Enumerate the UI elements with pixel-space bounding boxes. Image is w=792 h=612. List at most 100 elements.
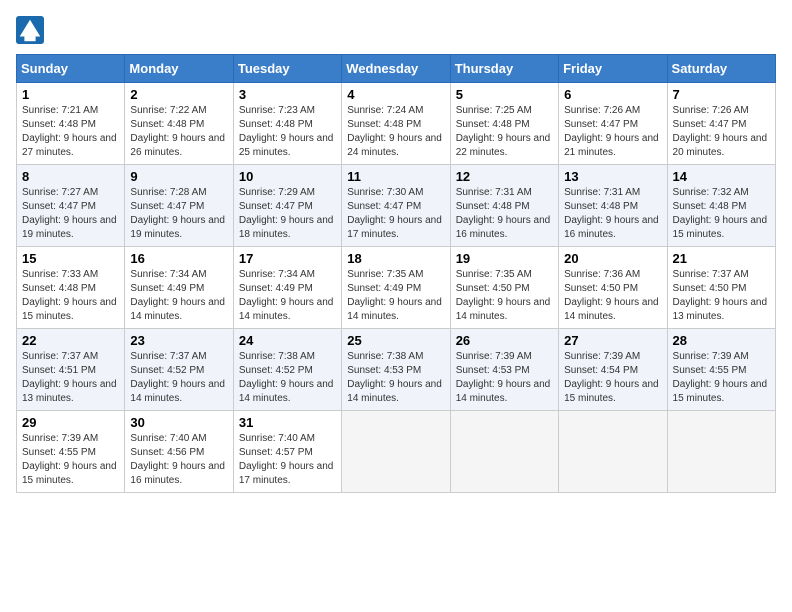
day-info: Sunrise: 7:35 AM Sunset: 4:50 PM Dayligh… bbox=[456, 268, 553, 324]
day-number: 10 bbox=[239, 169, 336, 184]
calendar-cell: 18 Sunrise: 7:35 AM Sunset: 4:49 PM Dayl… bbox=[342, 247, 450, 329]
day-number: 9 bbox=[130, 169, 227, 184]
day-info: Sunrise: 7:31 AM Sunset: 4:48 PM Dayligh… bbox=[456, 186, 553, 242]
day-number: 4 bbox=[347, 87, 444, 102]
day-number: 25 bbox=[347, 333, 444, 348]
day-info: Sunrise: 7:26 AM Sunset: 4:47 PM Dayligh… bbox=[564, 104, 661, 160]
day-number: 17 bbox=[239, 251, 336, 266]
day-info: Sunrise: 7:39 AM Sunset: 4:54 PM Dayligh… bbox=[564, 350, 661, 406]
calendar-cell: 15 Sunrise: 7:33 AM Sunset: 4:48 PM Dayl… bbox=[17, 247, 125, 329]
day-info: Sunrise: 7:28 AM Sunset: 4:47 PM Dayligh… bbox=[130, 186, 227, 242]
day-number: 23 bbox=[130, 333, 227, 348]
calendar-cell: 30 Sunrise: 7:40 AM Sunset: 4:56 PM Dayl… bbox=[125, 411, 233, 493]
day-info: Sunrise: 7:34 AM Sunset: 4:49 PM Dayligh… bbox=[239, 268, 336, 324]
header-sunday: Sunday bbox=[17, 55, 125, 83]
calendar-cell: 9 Sunrise: 7:28 AM Sunset: 4:47 PM Dayli… bbox=[125, 165, 233, 247]
calendar-cell: 25 Sunrise: 7:38 AM Sunset: 4:53 PM Dayl… bbox=[342, 329, 450, 411]
day-number: 13 bbox=[564, 169, 661, 184]
day-number: 2 bbox=[130, 87, 227, 102]
calendar-cell: 21 Sunrise: 7:37 AM Sunset: 4:50 PM Dayl… bbox=[667, 247, 775, 329]
day-info: Sunrise: 7:37 AM Sunset: 4:51 PM Dayligh… bbox=[22, 350, 119, 406]
calendar-cell: 8 Sunrise: 7:27 AM Sunset: 4:47 PM Dayli… bbox=[17, 165, 125, 247]
day-number: 5 bbox=[456, 87, 553, 102]
day-number: 22 bbox=[22, 333, 119, 348]
calendar-cell: 12 Sunrise: 7:31 AM Sunset: 4:48 PM Dayl… bbox=[450, 165, 558, 247]
day-number: 8 bbox=[22, 169, 119, 184]
day-info: Sunrise: 7:34 AM Sunset: 4:49 PM Dayligh… bbox=[130, 268, 227, 324]
day-number: 12 bbox=[456, 169, 553, 184]
day-info: Sunrise: 7:25 AM Sunset: 4:48 PM Dayligh… bbox=[456, 104, 553, 160]
day-info: Sunrise: 7:26 AM Sunset: 4:47 PM Dayligh… bbox=[673, 104, 770, 160]
calendar-cell: 28 Sunrise: 7:39 AM Sunset: 4:55 PM Dayl… bbox=[667, 329, 775, 411]
day-number: 30 bbox=[130, 415, 227, 430]
day-number: 20 bbox=[564, 251, 661, 266]
header-wednesday: Wednesday bbox=[342, 55, 450, 83]
day-number: 28 bbox=[673, 333, 770, 348]
day-number: 14 bbox=[673, 169, 770, 184]
calendar-cell bbox=[667, 411, 775, 493]
calendar-cell: 4 Sunrise: 7:24 AM Sunset: 4:48 PM Dayli… bbox=[342, 83, 450, 165]
calendar-cell: 7 Sunrise: 7:26 AM Sunset: 4:47 PM Dayli… bbox=[667, 83, 775, 165]
day-number: 19 bbox=[456, 251, 553, 266]
calendar-cell: 20 Sunrise: 7:36 AM Sunset: 4:50 PM Dayl… bbox=[559, 247, 667, 329]
calendar-cell bbox=[342, 411, 450, 493]
header-thursday: Thursday bbox=[450, 55, 558, 83]
day-info: Sunrise: 7:39 AM Sunset: 4:55 PM Dayligh… bbox=[22, 432, 119, 488]
calendar-cell: 31 Sunrise: 7:40 AM Sunset: 4:57 PM Dayl… bbox=[233, 411, 341, 493]
calendar-week-5: 29 Sunrise: 7:39 AM Sunset: 4:55 PM Dayl… bbox=[17, 411, 776, 493]
calendar-cell: 14 Sunrise: 7:32 AM Sunset: 4:48 PM Dayl… bbox=[667, 165, 775, 247]
calendar-cell: 29 Sunrise: 7:39 AM Sunset: 4:55 PM Dayl… bbox=[17, 411, 125, 493]
calendar-cell: 19 Sunrise: 7:35 AM Sunset: 4:50 PM Dayl… bbox=[450, 247, 558, 329]
calendar-cell: 24 Sunrise: 7:38 AM Sunset: 4:52 PM Dayl… bbox=[233, 329, 341, 411]
day-info: Sunrise: 7:23 AM Sunset: 4:48 PM Dayligh… bbox=[239, 104, 336, 160]
day-info: Sunrise: 7:33 AM Sunset: 4:48 PM Dayligh… bbox=[22, 268, 119, 324]
header-monday: Monday bbox=[125, 55, 233, 83]
calendar-week-2: 8 Sunrise: 7:27 AM Sunset: 4:47 PM Dayli… bbox=[17, 165, 776, 247]
day-info: Sunrise: 7:30 AM Sunset: 4:47 PM Dayligh… bbox=[347, 186, 444, 242]
day-number: 29 bbox=[22, 415, 119, 430]
calendar-week-3: 15 Sunrise: 7:33 AM Sunset: 4:48 PM Dayl… bbox=[17, 247, 776, 329]
day-number: 26 bbox=[456, 333, 553, 348]
logo-icon bbox=[16, 16, 44, 44]
day-info: Sunrise: 7:37 AM Sunset: 4:50 PM Dayligh… bbox=[673, 268, 770, 324]
day-number: 15 bbox=[22, 251, 119, 266]
day-number: 18 bbox=[347, 251, 444, 266]
day-number: 27 bbox=[564, 333, 661, 348]
day-number: 6 bbox=[564, 87, 661, 102]
day-number: 7 bbox=[673, 87, 770, 102]
calendar-cell: 3 Sunrise: 7:23 AM Sunset: 4:48 PM Dayli… bbox=[233, 83, 341, 165]
day-info: Sunrise: 7:35 AM Sunset: 4:49 PM Dayligh… bbox=[347, 268, 444, 324]
calendar-cell: 2 Sunrise: 7:22 AM Sunset: 4:48 PM Dayli… bbox=[125, 83, 233, 165]
day-info: Sunrise: 7:21 AM Sunset: 4:48 PM Dayligh… bbox=[22, 104, 119, 160]
calendar-cell: 16 Sunrise: 7:34 AM Sunset: 4:49 PM Dayl… bbox=[125, 247, 233, 329]
calendar-cell: 27 Sunrise: 7:39 AM Sunset: 4:54 PM Dayl… bbox=[559, 329, 667, 411]
calendar-cell: 26 Sunrise: 7:39 AM Sunset: 4:53 PM Dayl… bbox=[450, 329, 558, 411]
day-info: Sunrise: 7:24 AM Sunset: 4:48 PM Dayligh… bbox=[347, 104, 444, 160]
day-info: Sunrise: 7:39 AM Sunset: 4:55 PM Dayligh… bbox=[673, 350, 770, 406]
day-info: Sunrise: 7:22 AM Sunset: 4:48 PM Dayligh… bbox=[130, 104, 227, 160]
header-friday: Friday bbox=[559, 55, 667, 83]
calendar-cell: 6 Sunrise: 7:26 AM Sunset: 4:47 PM Dayli… bbox=[559, 83, 667, 165]
header-tuesday: Tuesday bbox=[233, 55, 341, 83]
page-header bbox=[16, 16, 776, 44]
day-number: 3 bbox=[239, 87, 336, 102]
day-info: Sunrise: 7:40 AM Sunset: 4:57 PM Dayligh… bbox=[239, 432, 336, 488]
day-number: 11 bbox=[347, 169, 444, 184]
day-number: 21 bbox=[673, 251, 770, 266]
day-number: 31 bbox=[239, 415, 336, 430]
calendar-cell: 10 Sunrise: 7:29 AM Sunset: 4:47 PM Dayl… bbox=[233, 165, 341, 247]
calendar-week-4: 22 Sunrise: 7:37 AM Sunset: 4:51 PM Dayl… bbox=[17, 329, 776, 411]
calendar-cell bbox=[559, 411, 667, 493]
day-info: Sunrise: 7:31 AM Sunset: 4:48 PM Dayligh… bbox=[564, 186, 661, 242]
calendar-cell: 22 Sunrise: 7:37 AM Sunset: 4:51 PM Dayl… bbox=[17, 329, 125, 411]
day-info: Sunrise: 7:38 AM Sunset: 4:53 PM Dayligh… bbox=[347, 350, 444, 406]
day-info: Sunrise: 7:36 AM Sunset: 4:50 PM Dayligh… bbox=[564, 268, 661, 324]
calendar-cell: 23 Sunrise: 7:37 AM Sunset: 4:52 PM Dayl… bbox=[125, 329, 233, 411]
day-info: Sunrise: 7:27 AM Sunset: 4:47 PM Dayligh… bbox=[22, 186, 119, 242]
header-saturday: Saturday bbox=[667, 55, 775, 83]
day-number: 24 bbox=[239, 333, 336, 348]
calendar-table: SundayMondayTuesdayWednesdayThursdayFrid… bbox=[16, 54, 776, 493]
calendar-cell: 1 Sunrise: 7:21 AM Sunset: 4:48 PM Dayli… bbox=[17, 83, 125, 165]
day-number: 1 bbox=[22, 87, 119, 102]
calendar-week-1: 1 Sunrise: 7:21 AM Sunset: 4:48 PM Dayli… bbox=[17, 83, 776, 165]
